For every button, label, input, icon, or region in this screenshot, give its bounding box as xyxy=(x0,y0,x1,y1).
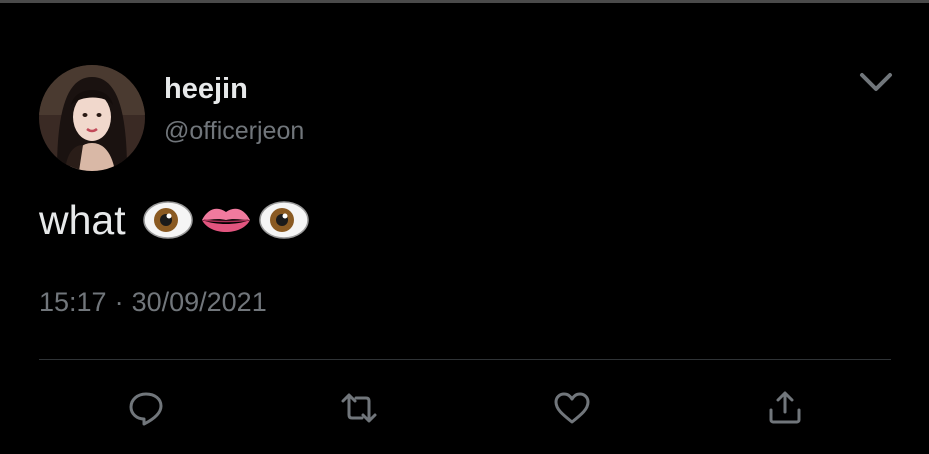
top-border xyxy=(0,0,929,3)
tweet-date: 30/09/2021 xyxy=(131,287,267,317)
eye-emoji xyxy=(258,201,309,239)
tweet-timestamp[interactable]: 15:17 · 30/09/2021 xyxy=(39,285,267,319)
divider xyxy=(39,359,891,360)
like-icon[interactable] xyxy=(552,388,592,428)
tweet-time: 15:17 xyxy=(39,287,107,317)
lips-emoji xyxy=(201,208,250,232)
share-icon[interactable] xyxy=(765,388,805,428)
tweet-text: what xyxy=(39,196,310,244)
display-name[interactable]: heejin xyxy=(164,72,248,106)
chevron-down-icon[interactable] xyxy=(854,66,898,98)
avatar[interactable] xyxy=(39,65,145,171)
reply-icon[interactable] xyxy=(126,388,166,428)
tweet-text-word: what xyxy=(39,197,126,243)
retweet-icon[interactable] xyxy=(339,388,379,428)
user-handle[interactable]: @officerjeon xyxy=(164,116,304,146)
eye-emoji xyxy=(142,201,193,239)
meta-separator: · xyxy=(114,287,124,317)
